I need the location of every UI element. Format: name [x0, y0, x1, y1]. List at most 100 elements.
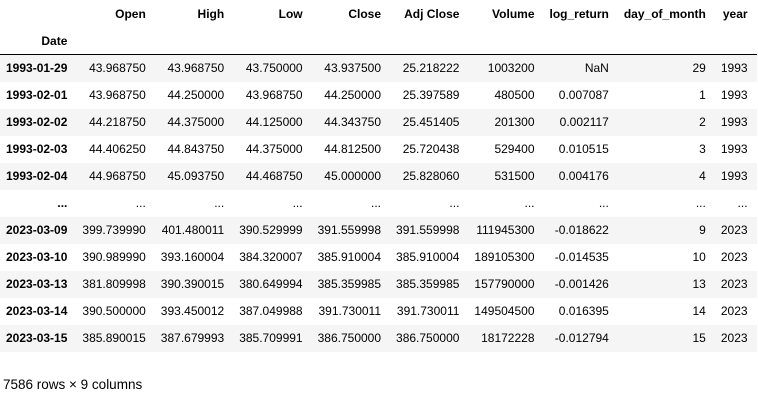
cell-year: 2023: [720, 277, 748, 291]
column-header-adj-close: Adj Close: [404, 6, 460, 21]
cell-log-return: 0.007087: [558, 88, 609, 102]
cell-open: 44.218750: [89, 115, 146, 129]
cell-log-return: 0.004176: [558, 169, 609, 183]
cell-adj-close: 25.451405: [402, 115, 460, 129]
cell-low: 44.375000: [245, 142, 303, 156]
table-row: 2023-03-15 385.890015 387.679993 385.709991…: [0, 324, 757, 352]
cell-high: 43.968750: [167, 61, 225, 76]
cell-day-of-month: ...: [695, 196, 706, 210]
column-header-log-return: log_return: [549, 6, 609, 21]
cell-log-return: 0.002117: [559, 115, 609, 129]
cell-low: 44.125000: [245, 115, 303, 129]
cell-high: 393.160004: [160, 250, 225, 264]
cell-low: 387.049988: [239, 304, 303, 318]
row-index-date: 1993-02-04: [6, 169, 68, 183]
cell-close: 391.559998: [317, 223, 382, 237]
cell-adj-close: 391.730011: [396, 304, 460, 318]
cell-low: 385.709991: [239, 331, 303, 345]
row-index-date: 2023-03-09: [6, 223, 68, 237]
table-row: 1993-02-02 44.218750 44.375000 44.125000 44.…: [0, 108, 757, 136]
cell-year: 1993: [720, 88, 748, 102]
cell-year: 2023: [720, 331, 748, 345]
cell-volume: 18172228: [481, 331, 535, 345]
cell-low: ...: [292, 196, 303, 210]
cell-day-of-month: 3: [699, 142, 706, 156]
cell-adj-close: 25.828060: [402, 169, 460, 183]
cell-low: 44.468750: [245, 169, 303, 183]
cell-log-return: -0.014535: [554, 250, 609, 264]
cell-day-of-month: 10: [692, 250, 706, 264]
cell-low: 43.968750: [245, 88, 303, 102]
cell-close: 44.343750: [324, 115, 382, 129]
table-row: 1993-02-01 43.968750 44.250000 43.968750 44.…: [0, 81, 757, 109]
cell-adj-close: 385.359985: [396, 277, 460, 291]
empty-header-cell: [543, 27, 618, 55]
empty-header-cell: [468, 27, 544, 55]
cell-open: 390.989990: [82, 250, 146, 264]
cell-year: 2023: [720, 223, 748, 237]
cell-volume: 531500: [494, 169, 535, 183]
column-header-low: Low: [278, 6, 303, 21]
empty-header-cell: [714, 27, 757, 55]
row-index-date: 1993-02-02: [6, 115, 68, 129]
column-header-day-of-month: day_of_month: [623, 6, 706, 21]
cell-close: 45.000000: [324, 169, 382, 183]
empty-header-cell: [311, 27, 391, 55]
cell-year: 1993: [720, 169, 748, 183]
cell-volume: 157790000: [474, 277, 535, 291]
column-header-close: Close: [348, 6, 382, 21]
cell-log-return: NaN: [584, 61, 609, 76]
empty-header-cell: [76, 27, 155, 55]
dataframe-shape-label: 7586 rows × 9 columns: [3, 377, 143, 392]
cell-volume: 1003200: [487, 61, 535, 76]
cell-day-of-month: 14: [692, 304, 706, 318]
cell-volume: 111945300: [476, 223, 535, 237]
cell-volume: 201300: [494, 115, 535, 129]
cell-volume: 149504500: [474, 304, 535, 318]
cell-year: 1993: [720, 61, 748, 76]
cell-open: 44.406250: [89, 142, 146, 156]
row-index-date: 2023-03-13: [6, 277, 68, 291]
cell-day-of-month: 4: [699, 169, 706, 183]
row-index-date: 2023-03-15: [6, 331, 68, 345]
cell-high: 393.450012: [160, 304, 225, 318]
cell-high: 401.480011: [161, 223, 225, 237]
cell-open: 399.739990: [82, 223, 146, 237]
table-row: 1993-01-29 43.968750 43.968750 43.750000 43.…: [0, 54, 757, 82]
cell-open: 390.500000: [82, 304, 146, 318]
cell-adj-close: 386.750000: [396, 331, 460, 345]
cell-open: ...: [135, 196, 146, 210]
column-header-row: Open High Low Close Adj Close Volume log…: [0, 0, 757, 27]
cell-close: 386.750000: [317, 331, 382, 345]
empty-header-cell: [233, 27, 312, 55]
cell-high: 44.843750: [167, 142, 225, 156]
cell-adj-close: 25.218222: [402, 61, 460, 76]
cell-close: ...: [371, 196, 382, 210]
cell-day-of-month: 9: [699, 223, 706, 237]
table-body: 1993-01-29 43.968750 43.968750 43.750000 43.…: [0, 54, 757, 352]
cell-high: 44.250000: [167, 88, 225, 102]
cell-day-of-month: 15: [692, 331, 706, 345]
cell-close: 391.730011: [318, 304, 382, 318]
empty-header-cell: [617, 27, 715, 55]
cell-low: 380.649994: [239, 277, 303, 291]
table-header: Open High Low Close Adj Close Volume log…: [0, 0, 757, 55]
index-name-header: Date: [0, 27, 77, 55]
table-row: 2023-03-14 390.500000 393.450012 387.049988…: [0, 297, 757, 325]
column-header-open: Open: [115, 6, 146, 21]
cell-day-of-month: 1: [699, 88, 706, 102]
column-header-volume: Volume: [492, 6, 535, 21]
cell-log-return: 0.010515: [558, 142, 609, 156]
dataframe-table: Open High Low Close Adj Close Volume log…: [0, 0, 757, 352]
cell-day-of-month: 2: [699, 115, 706, 129]
column-header-year: year: [722, 6, 748, 21]
row-index-date: 1993-02-03: [6, 142, 68, 156]
cell-close: 43.937500: [324, 61, 382, 76]
table-row: 2023-03-10 390.989990 393.160004 384.320007…: [0, 243, 757, 271]
cell-adj-close: 385.910004: [396, 250, 460, 264]
cell-high: 390.390015: [160, 277, 225, 291]
cell-log-return: ...: [598, 196, 609, 210]
cell-year: ...: [737, 196, 748, 210]
empty-header-cell: [390, 27, 469, 55]
cell-low: 384.320007: [239, 250, 303, 264]
